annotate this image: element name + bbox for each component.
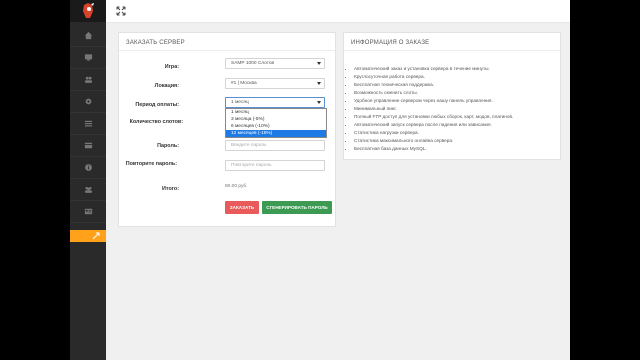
list-item: Автоматический запуск сервера после паде… <box>354 121 560 129</box>
location-label: Локация: <box>154 83 179 89</box>
sidebar-item-servers[interactable] <box>70 47 106 69</box>
sidebar <box>70 0 106 360</box>
password-input[interactable]: Введите пароль <box>225 140 325 151</box>
app-window: ЗАКАЗАТЬ СЕРВЕР Игра: SAMP 1000 Слотов Л… <box>70 0 570 360</box>
period-label: Период оплаты: <box>135 102 179 108</box>
list-item: Бесплатная база данных MySQL. <box>354 145 560 153</box>
location-value: #1 | Москва <box>231 81 257 86</box>
total-value: 80.00 руб. <box>225 184 248 189</box>
sidebar-item-home[interactable] <box>70 25 106 47</box>
top-bar <box>106 0 570 23</box>
list-item: Круглосуточная работа сервера. <box>354 73 560 81</box>
period-dropdown: 1 месяц 3 месяца (-5%) 6 месяцев (-10%) … <box>225 108 327 138</box>
period-option[interactable]: 1 месяц <box>226 109 326 116</box>
home-icon <box>84 31 92 40</box>
list-item: Возможность сменить слоты. <box>354 89 560 97</box>
order-form-title: ЗАКАЗАТЬ СЕРВЕР <box>119 33 335 51</box>
list-item: Полный FTP доступ для установки любых сб… <box>354 113 560 121</box>
list-item: Бесплатная техническая поддержка. <box>354 81 560 89</box>
password-label: Пароль: <box>157 143 179 149</box>
list-item: Статистика нагрузки сервера. <box>354 129 560 137</box>
list-item: Автоматический заказ и установка сервера… <box>354 65 560 73</box>
id-card-icon <box>84 208 92 215</box>
logo <box>70 0 106 22</box>
sidebar-item-settings[interactable] <box>70 91 106 113</box>
chevron-down-icon <box>317 82 321 85</box>
chevron-down-icon <box>317 62 321 65</box>
sidebar-item-users[interactable] <box>70 69 106 91</box>
logo-emblem-icon <box>83 3 94 18</box>
group-icon <box>84 186 92 193</box>
order-info-panel: ИНФОРМАЦИЯ О ЗАКАЗЕ Автоматический заказ… <box>343 32 561 160</box>
monitor-icon <box>84 54 92 61</box>
repeat-password-input[interactable]: Повторите пароль <box>225 160 325 171</box>
game-value: SAMP 1000 Слотов <box>231 61 275 66</box>
period-option[interactable]: 3 месяца (-5%) <box>226 116 326 123</box>
game-select[interactable]: SAMP 1000 Слотов <box>225 58 325 69</box>
period-option[interactable]: 6 месяцев (-10%) <box>226 123 326 130</box>
sidebar-item-payments[interactable] <box>70 135 106 157</box>
arrow-expand-icon <box>92 232 100 240</box>
generate-password-button[interactable]: СГЕНЕРИРОВАТЬ ПАРОЛЬ <box>262 201 332 214</box>
order-info-title: ИНФОРМАЦИЯ О ЗАКАЗЕ <box>344 33 560 51</box>
fullscreen-icon[interactable] <box>116 6 126 16</box>
location-select[interactable]: #1 | Москва <box>225 78 325 89</box>
list-item: Минимальный пинг. <box>354 105 560 113</box>
game-label: Игра: <box>164 64 179 70</box>
card-icon <box>84 142 92 149</box>
order-button[interactable]: ЗАКАЗАТЬ <box>225 201 259 214</box>
sidebar-item-list[interactable] <box>70 113 106 135</box>
slots-label: Количество слотов: <box>129 119 183 125</box>
list-icon <box>84 120 92 127</box>
order-form-panel: ЗАКАЗАТЬ СЕРВЕР Игра: SAMP 1000 Слотов Л… <box>118 32 336 227</box>
list-item: Статистика максимального онлайна сервера… <box>354 137 560 145</box>
sidebar-active-indicator <box>70 230 106 242</box>
sidebar-item-tickets[interactable] <box>70 201 106 223</box>
gear-icon <box>85 98 91 105</box>
users-icon <box>84 76 92 83</box>
period-value: 1 месяц <box>231 100 249 105</box>
chevron-down-icon <box>317 101 321 104</box>
repeat-password-label: Повторите пароль: <box>125 161 177 167</box>
total-label: Итого: <box>162 186 179 192</box>
list-item: Удобное управление сервером через нашу п… <box>354 97 560 105</box>
period-option-selected[interactable]: 12 месяцев (-15%) <box>226 130 326 137</box>
sidebar-item-info[interactable] <box>70 157 106 179</box>
period-select[interactable]: 1 месяц <box>225 97 325 108</box>
sidebar-item-team[interactable] <box>70 179 106 201</box>
order-info-list: Автоматический заказ и установка сервера… <box>344 65 560 153</box>
info-icon <box>84 164 92 171</box>
